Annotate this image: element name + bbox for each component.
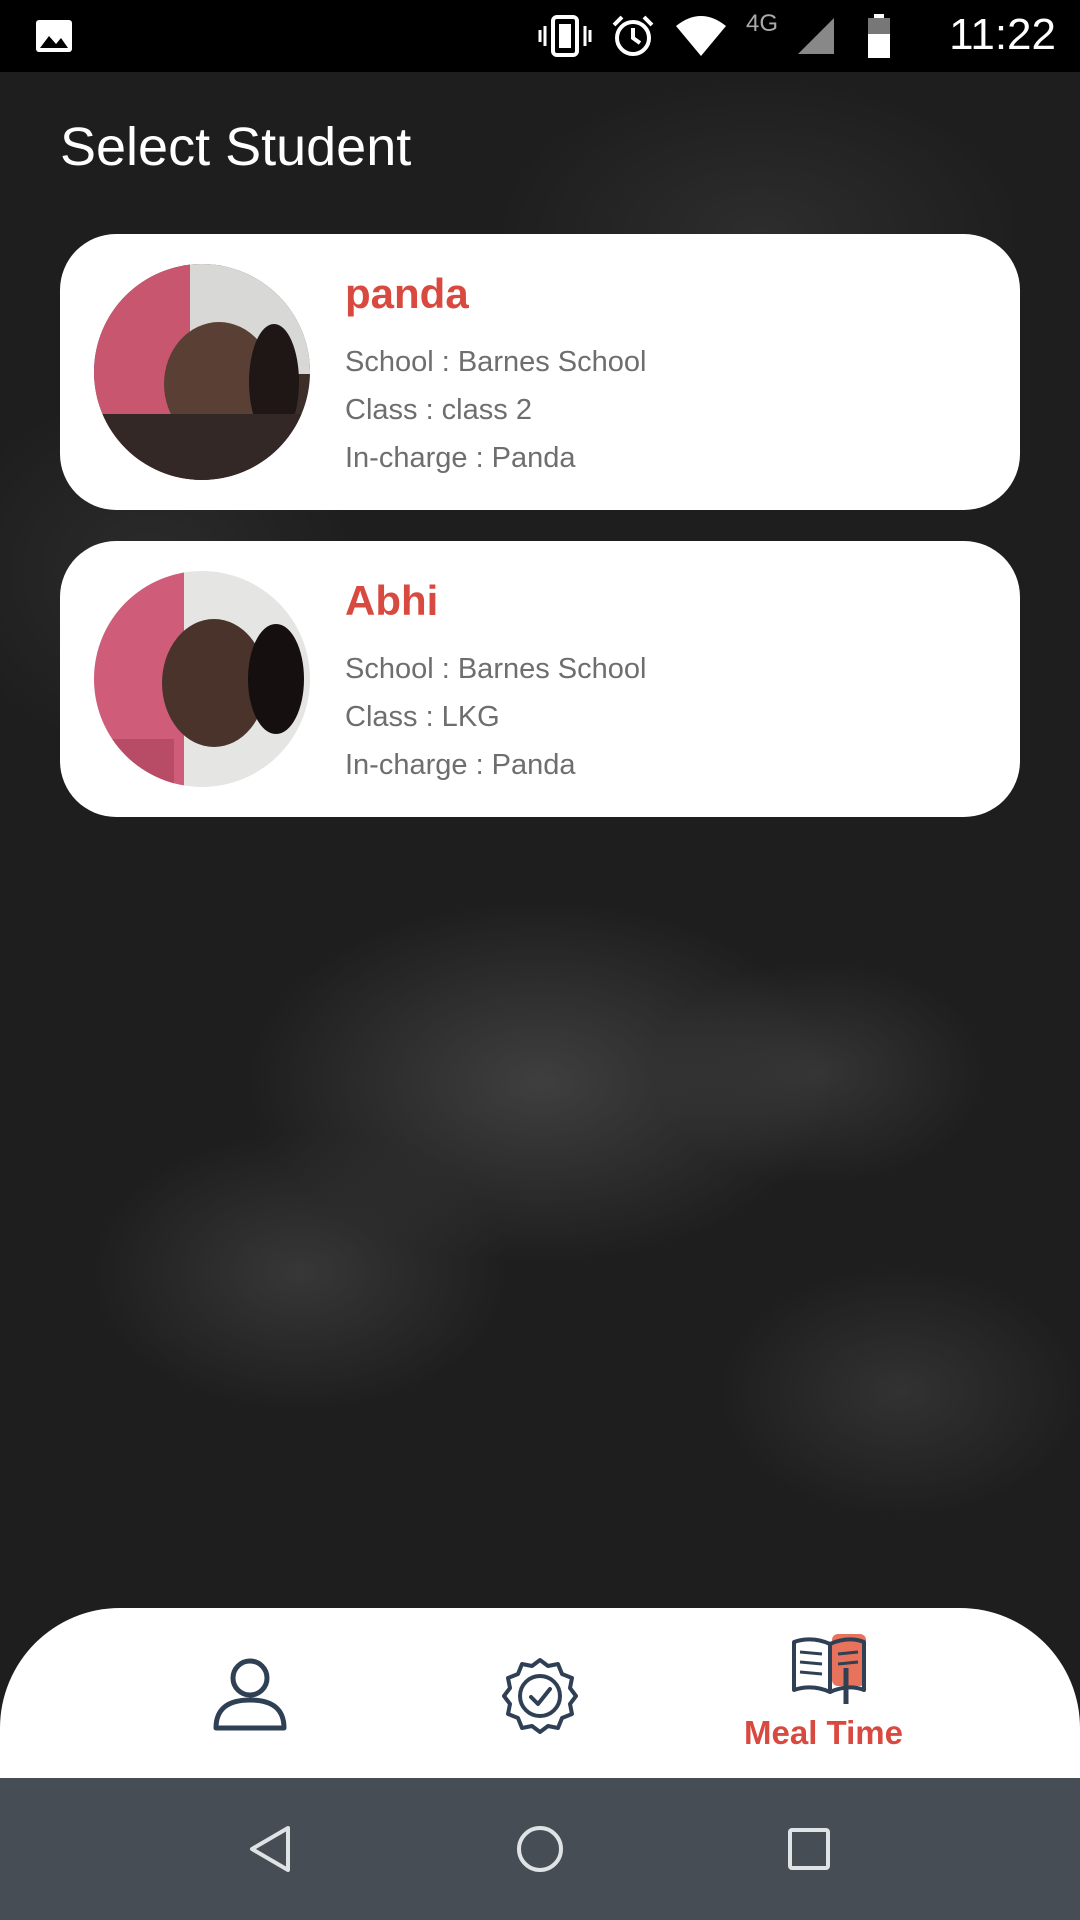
student-school: School : Barnes School (345, 653, 647, 685)
student-class: Class : LKG (345, 701, 500, 733)
student-avatar (94, 264, 310, 480)
badge-check-icon (502, 1658, 578, 1734)
signal-icon (798, 18, 835, 54)
vibrate-icon (538, 15, 592, 57)
nav-meal-time-label: Meal Time (744, 1714, 903, 1751)
student-class: Class : class 2 (345, 394, 532, 426)
home-icon[interactable] (515, 1824, 565, 1874)
student-incharge: In-charge : Panda (345, 749, 576, 781)
status-icons: 4G (538, 10, 894, 60)
gallery-icon (36, 20, 72, 52)
nav-meal-time[interactable]: Meal Time (730, 1608, 930, 1778)
recents-icon[interactable] (787, 1827, 831, 1871)
system-nav-bar (0, 1778, 1080, 1920)
student-card[interactable]: panda School : Barnes School Class : cla… (60, 234, 1020, 510)
nav-badge[interactable] (490, 1608, 590, 1778)
back-icon[interactable] (246, 1824, 296, 1874)
page-title: Select Student (60, 117, 412, 177)
student-avatar (94, 571, 310, 787)
status-bar: 4G 11:22 (0, 0, 1080, 72)
student-card[interactable]: Abhi School : Barnes School Class : LKG … (60, 541, 1020, 817)
student-school: School : Barnes School (345, 346, 647, 378)
clock: 11:22 (949, 10, 1056, 59)
network-type: 4G (746, 10, 779, 37)
battery-icon (868, 14, 891, 58)
bottom-nav: Meal Time (0, 1608, 1080, 1778)
student-name: panda (345, 270, 469, 317)
nav-profile[interactable] (200, 1608, 300, 1778)
wifi-icon (676, 16, 726, 56)
alarm-icon (612, 15, 654, 56)
student-incharge: In-charge : Panda (345, 442, 576, 474)
book-icon (792, 1634, 866, 1704)
student-name: Abhi (345, 577, 439, 624)
profile-icon (213, 1658, 287, 1731)
